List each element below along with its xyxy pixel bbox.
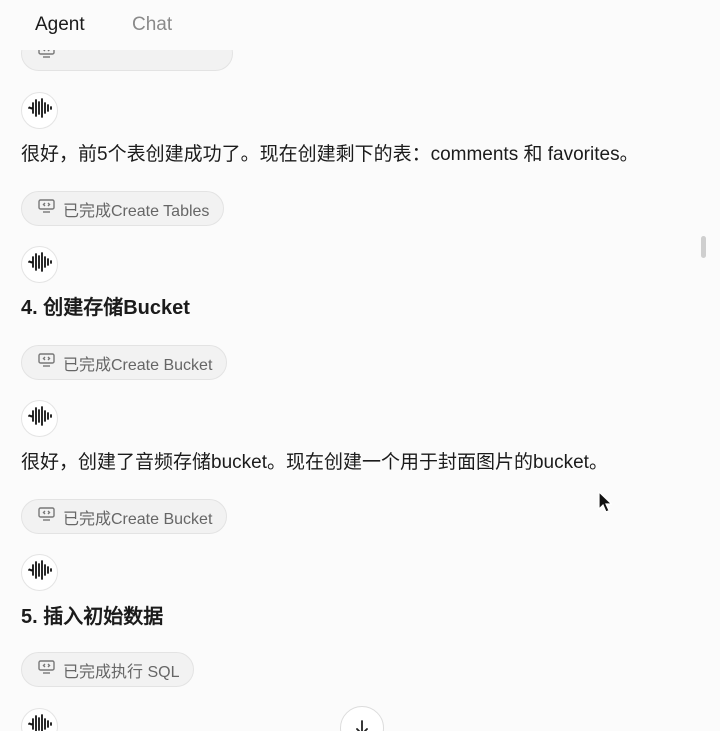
tool-status-pill[interactable]: 已完成Create Bucket xyxy=(21,499,228,534)
tool-status-label: 已完成Create Bucket xyxy=(63,356,213,374)
assistant-avatar xyxy=(21,708,58,731)
waveform-icon xyxy=(27,559,53,586)
conversation-feed[interactable]: 很好，前5个表创建成功了。现在创建剩下的表：comments 和 favorit… xyxy=(0,0,720,731)
tool-status-pill[interactable]: 已完成Create Tables xyxy=(21,191,225,226)
waveform-icon xyxy=(27,97,53,124)
code-monitor-icon xyxy=(38,507,55,526)
scroll-to-bottom-button[interactable] xyxy=(340,706,384,731)
section-heading: 5. 插入初始数据 xyxy=(21,606,164,628)
assistant-avatar xyxy=(21,554,58,591)
tab-chat[interactable]: Chat xyxy=(132,13,172,37)
code-monitor-icon xyxy=(38,199,55,218)
assistant-avatar xyxy=(21,400,58,437)
waveform-icon xyxy=(27,713,53,731)
section-heading: 4. 创建存储Bucket xyxy=(21,297,190,319)
tool-status-label: 已完成Create Bucket xyxy=(63,510,213,528)
code-monitor-icon xyxy=(38,660,55,679)
assistant-avatar xyxy=(21,92,58,129)
tool-status-label: 已完成Create Tables xyxy=(63,202,210,220)
mode-tabs: Agent Chat xyxy=(0,0,720,50)
waveform-icon xyxy=(27,405,53,432)
arrow-down-icon xyxy=(354,719,370,731)
tool-status-label: 已完成执行 SQL xyxy=(63,663,180,681)
tool-status-pill[interactable]: 已完成Create Bucket xyxy=(21,345,228,380)
mouse-cursor-icon xyxy=(598,491,612,513)
tool-status-pill[interactable]: 已完成执行 SQL xyxy=(21,652,195,687)
scrollbar-thumb[interactable] xyxy=(701,236,706,258)
assistant-message-text: 很好，前5个表创建成功了。现在创建剩下的表：comments 和 favorit… xyxy=(21,144,639,165)
assistant-avatar xyxy=(21,246,58,283)
tab-agent[interactable]: Agent xyxy=(35,13,85,37)
code-monitor-icon xyxy=(38,353,55,372)
waveform-icon xyxy=(27,251,53,278)
assistant-message-text: 很好，创建了音频存储bucket。现在创建一个用于封面图片的bucket。 xyxy=(21,452,608,473)
